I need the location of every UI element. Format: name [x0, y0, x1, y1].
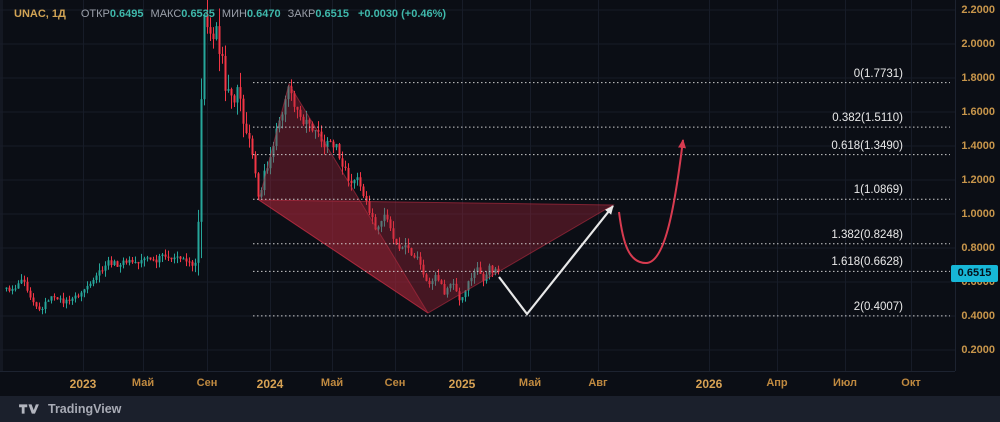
chart-pane[interactable]: 0(1.7731) 0.382(1.5110) 0.618(1.3490) 1(1.0… — [0, 0, 955, 371]
time-axis-year-label: 2026 — [695, 377, 723, 391]
change-value: +0.0030 (+0.46%) — [357, 8, 447, 20]
tradingview-brand-text[interactable]: TradingView — [48, 402, 121, 416]
low-label: МИН — [221, 8, 247, 20]
fib-level-label: 1.618(0.6628) — [831, 256, 903, 269]
price-axis-label: 1.0000 — [961, 208, 995, 220]
price-axis-label: 1.4000 — [961, 140, 995, 152]
time-axis-month-label: Сен — [196, 377, 218, 389]
grid-lines — [0, 0, 955, 371]
time-axis-month-label: Май — [131, 377, 155, 389]
last-price-tag: 0.6515 — [951, 265, 998, 283]
time-axis-month-label: Июл — [832, 377, 858, 389]
high-value: 0.6535 — [181, 8, 215, 20]
open-label: ОТКР — [80, 8, 110, 20]
high-label: МАКС — [150, 8, 182, 20]
tradingview-logo-icon[interactable] — [18, 402, 40, 416]
time-axis-month-label: Авг — [588, 377, 608, 389]
time-axis-month-label: Сен — [384, 377, 406, 389]
price-axis-label: 0.8000 — [961, 242, 995, 254]
time-axis-year-label: 2025 — [448, 377, 476, 391]
open-value: 0.6495 — [109, 8, 144, 20]
time-axis-month-label: Апр — [766, 377, 788, 389]
time-axis-year-label: 2024 — [256, 377, 284, 391]
price-axis-label: 1.2000 — [961, 174, 995, 186]
price-axis-label: 0.4000 — [961, 310, 995, 322]
pattern-triangle[interactable] — [257, 199, 615, 314]
price-axis-label: 1.6000 — [961, 106, 995, 118]
tradingview-chart-window: 0(1.7731) 0.382(1.5110) 0.618(1.3490) 1(1.0… — [0, 0, 1000, 422]
footer-bar: TradingView — [0, 396, 1000, 422]
low-value: 0.6470 — [246, 8, 281, 20]
price-axis-label: 0.2000 — [961, 344, 995, 356]
chart-canvas[interactable] — [0, 0, 955, 371]
fib-level-label: 0.618(1.3490) — [831, 139, 903, 152]
time-axis[interactable]: 2023 Май Сен 2024 Май Сен 2025 Май Авг 2026 Апр Июл… — [0, 371, 955, 396]
price-axis-label: 2.0000 — [961, 38, 995, 50]
symbol-title[interactable]: UNAC, 1Д — [14, 8, 66, 20]
time-axis-month-label: Окт — [901, 377, 921, 389]
fib-level-label: 2(0.4007) — [853, 300, 903, 313]
time-axis-year-label: 2023 — [69, 377, 97, 391]
red-curve-arrow[interactable] — [618, 139, 687, 265]
price-axis-label: 2.2000 — [961, 4, 995, 16]
time-axis-month-label: Май — [320, 377, 344, 389]
symbol-info-bar: UNAC, 1Д ОТКР0.6495 МАКС0.6535 МИН0.6470 ЗАК… — [14, 8, 446, 22]
fib-level-label: 0(1.7731) — [853, 67, 903, 80]
close-value: 0.6515 — [315, 8, 349, 20]
fib-level-label: 1(1.0869) — [853, 184, 903, 197]
time-axis-month-label: Май — [518, 377, 542, 389]
fib-level-label: 0.382(1.5110) — [832, 112, 903, 125]
fib-level-label: 1.382(0.8248) — [831, 228, 903, 241]
price-axis-label: 1.8000 — [961, 72, 995, 84]
price-axis[interactable]: 2.2000 2.0000 1.8000 1.6000 1.4000 1.2000 1.00… — [955, 0, 1000, 371]
close-label: ЗАКР — [287, 8, 316, 20]
